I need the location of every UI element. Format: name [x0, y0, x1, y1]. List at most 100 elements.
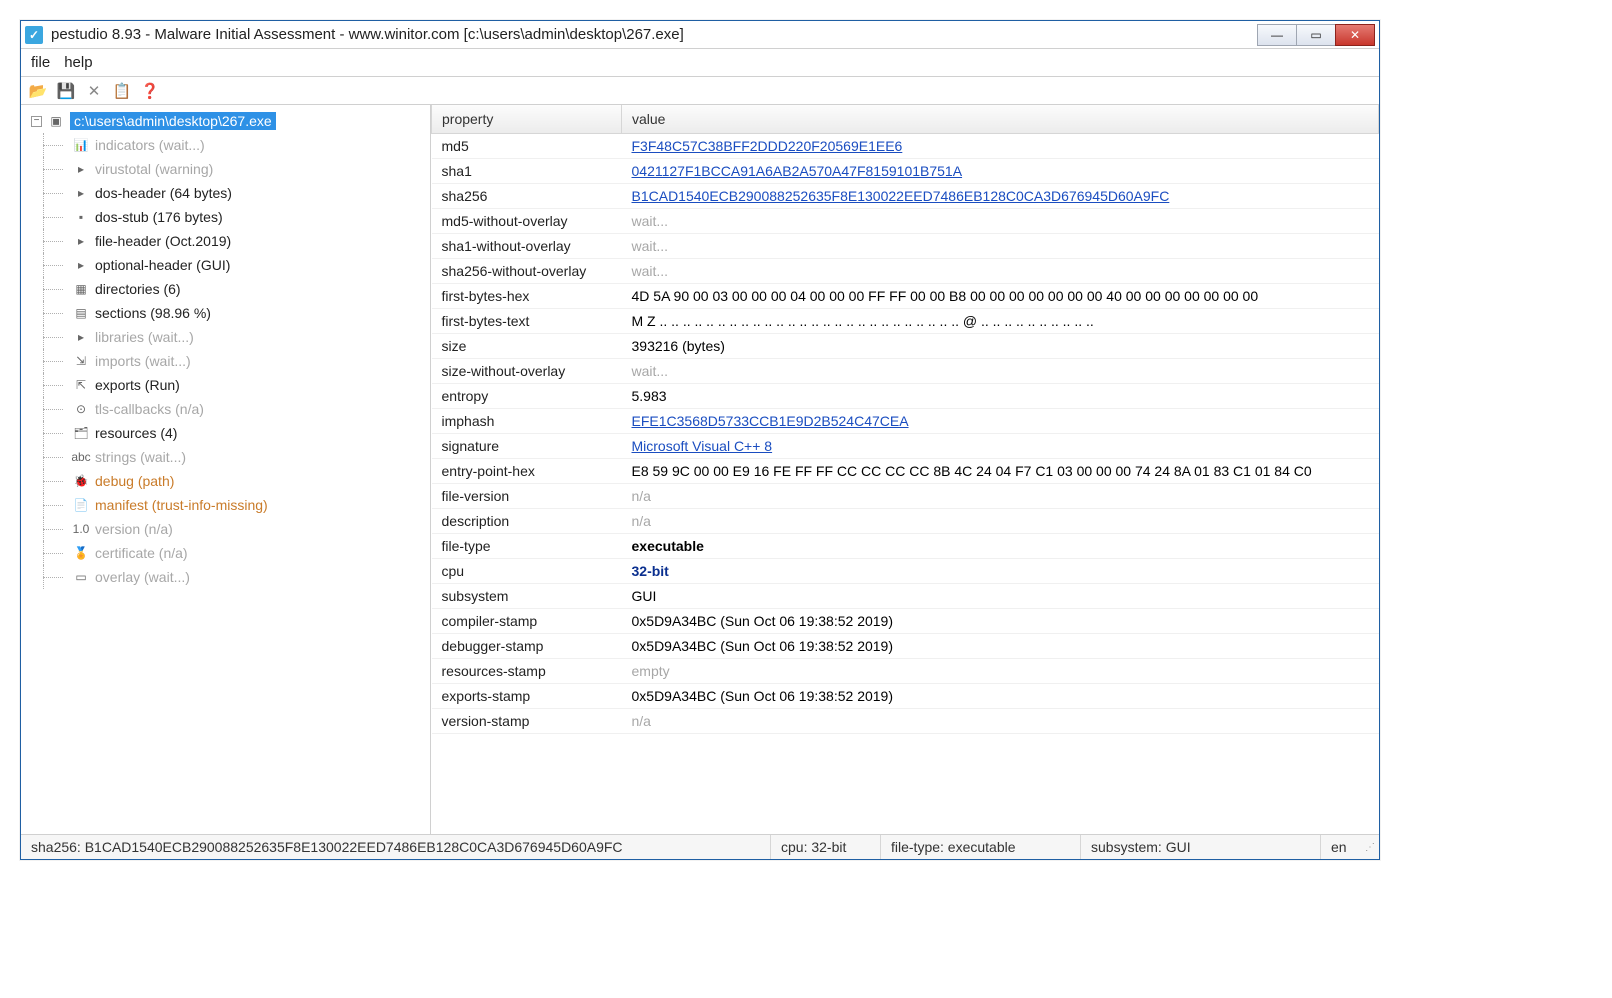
- property-value: n/a: [622, 483, 1379, 508]
- tree-item[interactable]: ⊙tls-callbacks (n/a): [21, 397, 430, 421]
- table-row[interactable]: descriptionn/a: [432, 508, 1379, 533]
- maximize-button[interactable]: ▭: [1296, 24, 1336, 46]
- tree-item[interactable]: abc strings (wait...): [21, 445, 430, 469]
- table-row[interactable]: compiler-stamp0x5D9A34BC (Sun Oct 06 19:…: [432, 608, 1379, 633]
- tree-item[interactable]: ▸dos-header (64 bytes): [21, 181, 430, 205]
- status-subsystem: subsystem: GUI: [1081, 835, 1321, 859]
- tree-item[interactable]: 🏅certificate (n/a): [21, 541, 430, 565]
- tree-node-icon: 🏅: [73, 545, 89, 561]
- table-row[interactable]: file-versionn/a: [432, 483, 1379, 508]
- tree-item[interactable]: 📄manifest (trust-info-missing): [21, 493, 430, 517]
- menubar: file help: [21, 49, 1379, 77]
- table-row[interactable]: sha10421127F1BCCA91A6AB2A570A47F8159101B…: [432, 158, 1379, 183]
- open-icon[interactable]: 📂: [29, 82, 47, 100]
- property-name: signature: [432, 433, 622, 458]
- status-cpu: cpu: 32-bit: [771, 835, 881, 859]
- tree-root[interactable]: − ▣ c:\users\admin\desktop\267.exe: [21, 109, 430, 133]
- tree-node-icon: 1.0: [73, 521, 89, 537]
- tree-item[interactable]: ▭overlay (wait...): [21, 565, 430, 589]
- tree-node-icon: ▤: [73, 305, 89, 321]
- table-row[interactable]: sha256B1CAD1540ECB290088252635F8E130022E…: [432, 183, 1379, 208]
- property-value[interactable]: F3F48C57C38BFF2DDD220F20569E1EE6: [622, 133, 1379, 158]
- property-value[interactable]: EFE1C3568D5733CCB1E9D2B524C47CEA: [622, 408, 1379, 433]
- table-row[interactable]: cpu32-bit: [432, 558, 1379, 583]
- table-row[interactable]: debugger-stamp0x5D9A34BC (Sun Oct 06 19:…: [432, 633, 1379, 658]
- tree-node-icon: ⇱: [73, 377, 89, 393]
- property-value[interactable]: 0421127F1BCCA91A6AB2A570A47F8159101B751A: [622, 158, 1379, 183]
- tree-node-icon: abc: [73, 449, 89, 465]
- col-value[interactable]: value: [622, 105, 1379, 133]
- property-name: description: [432, 508, 622, 533]
- property-name: resources-stamp: [432, 658, 622, 683]
- table-row[interactable]: sha256-without-overlaywait...: [432, 258, 1379, 283]
- tree-item[interactable]: ⇱ exports (Run): [21, 373, 430, 397]
- status-lang: en: [1321, 835, 1361, 859]
- property-value: n/a: [622, 708, 1379, 733]
- help-icon[interactable]: ❓: [141, 82, 159, 100]
- property-value: 393216 (bytes): [622, 333, 1379, 358]
- app-icon: ✓: [25, 26, 43, 44]
- property-name: file-type: [432, 533, 622, 558]
- table-row[interactable]: size-without-overlaywait...: [432, 358, 1379, 383]
- close-button[interactable]: ✕: [1335, 24, 1375, 46]
- table-row[interactable]: entropy5.983: [432, 383, 1379, 408]
- table-row[interactable]: version-stampn/a: [432, 708, 1379, 733]
- tree-item[interactable]: ▦ directories (6): [21, 277, 430, 301]
- menu-help[interactable]: help: [64, 54, 92, 71]
- file-icon: ▣: [48, 113, 64, 129]
- clipboard-icon[interactable]: 📋: [113, 82, 131, 100]
- tree-item[interactable]: ⇲imports (wait...): [21, 349, 430, 373]
- properties-table: property value md5F3F48C57C38BFF2DDD220F…: [431, 105, 1379, 734]
- tree-item[interactable]: ▪dos-stub (176 bytes): [21, 205, 430, 229]
- tree-item[interactable]: 🐞debug (path): [21, 469, 430, 493]
- tree-item[interactable]: ▸optional-header (GUI): [21, 253, 430, 277]
- tree-node-icon: ⇲: [73, 353, 89, 369]
- tree-item-label: sections (98.96 %): [95, 305, 211, 321]
- table-row[interactable]: md5F3F48C57C38BFF2DDD220F20569E1EE6: [432, 133, 1379, 158]
- table-row[interactable]: first-bytes-textM Z .. .. .. .. .. .. ..…: [432, 308, 1379, 333]
- property-name: entry-point-hex: [432, 458, 622, 483]
- minimize-button[interactable]: —: [1257, 24, 1297, 46]
- tree-item-label: directories (6): [95, 281, 181, 297]
- col-property[interactable]: property: [432, 105, 622, 133]
- tree-item-label: indicators (wait...): [95, 137, 205, 153]
- collapse-icon[interactable]: −: [31, 116, 42, 127]
- tree-node-icon: ▸: [73, 329, 89, 345]
- window-title: pestudio 8.93 - Malware Initial Assessme…: [51, 26, 1258, 43]
- table-row[interactable]: size393216 (bytes): [432, 333, 1379, 358]
- tree-item[interactable]: 🗂resources (4): [21, 421, 430, 445]
- table-row[interactable]: subsystemGUI: [432, 583, 1379, 608]
- tree-item[interactable]: ▸libraries (wait...): [21, 325, 430, 349]
- table-row[interactable]: entry-point-hexE8 59 9C 00 00 E9 16 FE F…: [432, 458, 1379, 483]
- table-row[interactable]: md5-without-overlaywait...: [432, 208, 1379, 233]
- table-row[interactable]: signatureMicrosoft Visual C++ 8: [432, 433, 1379, 458]
- tree-item[interactable]: ▤ sections (98.96 %): [21, 301, 430, 325]
- table-row[interactable]: exports-stamp0x5D9A34BC (Sun Oct 06 19:3…: [432, 683, 1379, 708]
- status-filetype: file-type: executable: [881, 835, 1081, 859]
- property-value[interactable]: Microsoft Visual C++ 8: [622, 433, 1379, 458]
- tree-item-label: strings (wait...): [95, 449, 186, 465]
- app-window: ✓ pestudio 8.93 - Malware Initial Assess…: [20, 20, 1380, 860]
- tree-item[interactable]: ▸file-header (Oct.2019): [21, 229, 430, 253]
- property-value[interactable]: B1CAD1540ECB290088252635F8E130022EED7486…: [622, 183, 1379, 208]
- save-icon[interactable]: 💾: [57, 82, 75, 100]
- table-row[interactable]: resources-stampempty: [432, 658, 1379, 683]
- tree-item-label: version (n/a): [95, 521, 173, 537]
- tree-item-label: exports (Run): [95, 377, 180, 393]
- resize-grip[interactable]: ⋰: [1361, 842, 1379, 853]
- table-row[interactable]: imphashEFE1C3568D5733CCB1E9D2B524C47CEA: [432, 408, 1379, 433]
- property-name: first-bytes-text: [432, 308, 622, 333]
- tree-item[interactable]: 📊 indicators (wait...): [21, 133, 430, 157]
- table-row[interactable]: file-typeexecutable: [432, 533, 1379, 558]
- property-value: GUI: [622, 583, 1379, 608]
- delete-icon[interactable]: ✕: [85, 82, 103, 100]
- property-name: sha256: [432, 183, 622, 208]
- table-row[interactable]: first-bytes-hex4D 5A 90 00 03 00 00 00 0…: [432, 283, 1379, 308]
- property-value: 4D 5A 90 00 03 00 00 00 04 00 00 00 FF F…: [622, 283, 1379, 308]
- tree-node-icon: 📊: [73, 137, 89, 153]
- tree-item[interactable]: 1.0 version (n/a): [21, 517, 430, 541]
- menu-file[interactable]: file: [31, 54, 50, 71]
- table-row[interactable]: sha1-without-overlaywait...: [432, 233, 1379, 258]
- tree-item[interactable]: ▸virustotal (warning): [21, 157, 430, 181]
- tree-node-icon: ▦: [73, 281, 89, 297]
